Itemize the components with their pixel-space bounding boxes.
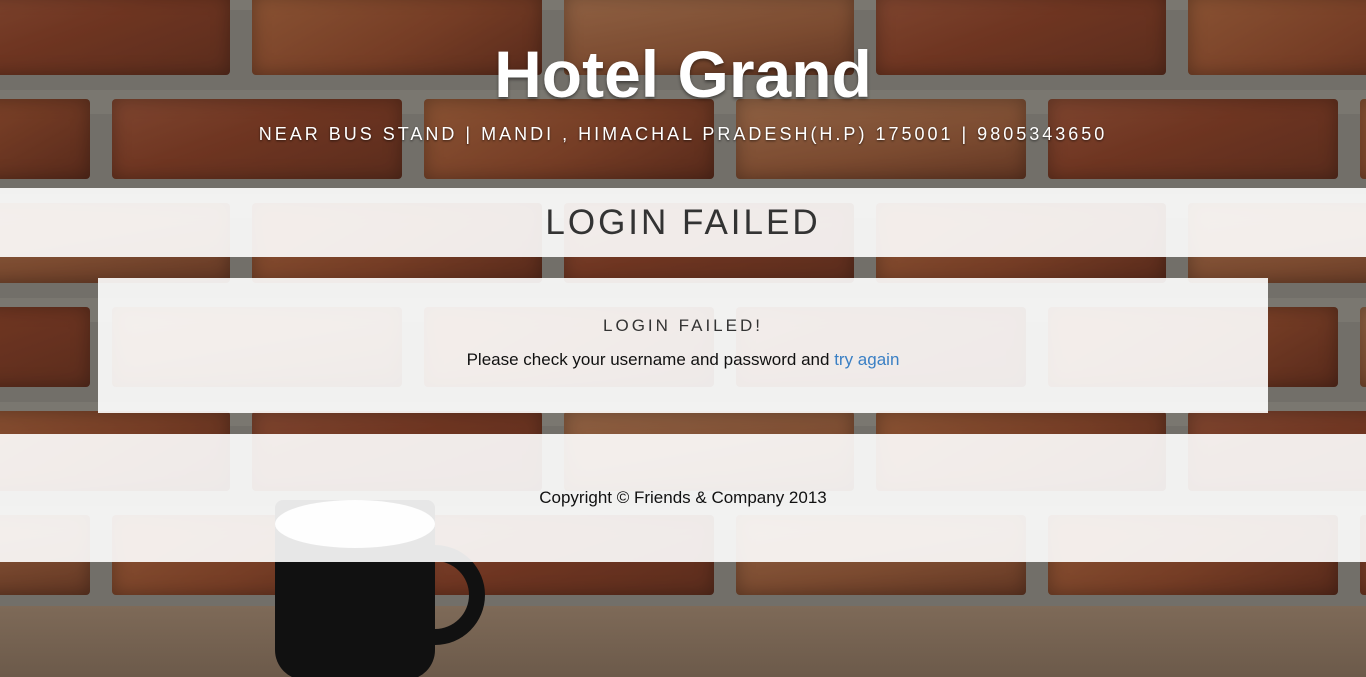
message-box: LOGIN FAILED! Please check your username… bbox=[98, 278, 1268, 413]
site-brand: Hotel Grand bbox=[494, 37, 872, 111]
copyright-text: Copyright © Friends & Company 2013 bbox=[539, 488, 827, 507]
message-text: Please check your username and password … bbox=[466, 350, 830, 369]
message-text-line: Please check your username and password … bbox=[98, 350, 1268, 370]
page-title: LOGIN FAILED bbox=[545, 202, 821, 242]
wooden-table bbox=[0, 606, 1366, 677]
message-heading: LOGIN FAILED! bbox=[603, 316, 763, 335]
address-bar: NEAR BUS STAND | MANDI , HIMACHAL PRADES… bbox=[258, 124, 1108, 144]
try-again-link[interactable]: try again bbox=[834, 350, 899, 369]
page-title-band: LOGIN FAILED bbox=[0, 188, 1366, 257]
footer: Copyright © Friends & Company 2013 bbox=[0, 434, 1366, 562]
